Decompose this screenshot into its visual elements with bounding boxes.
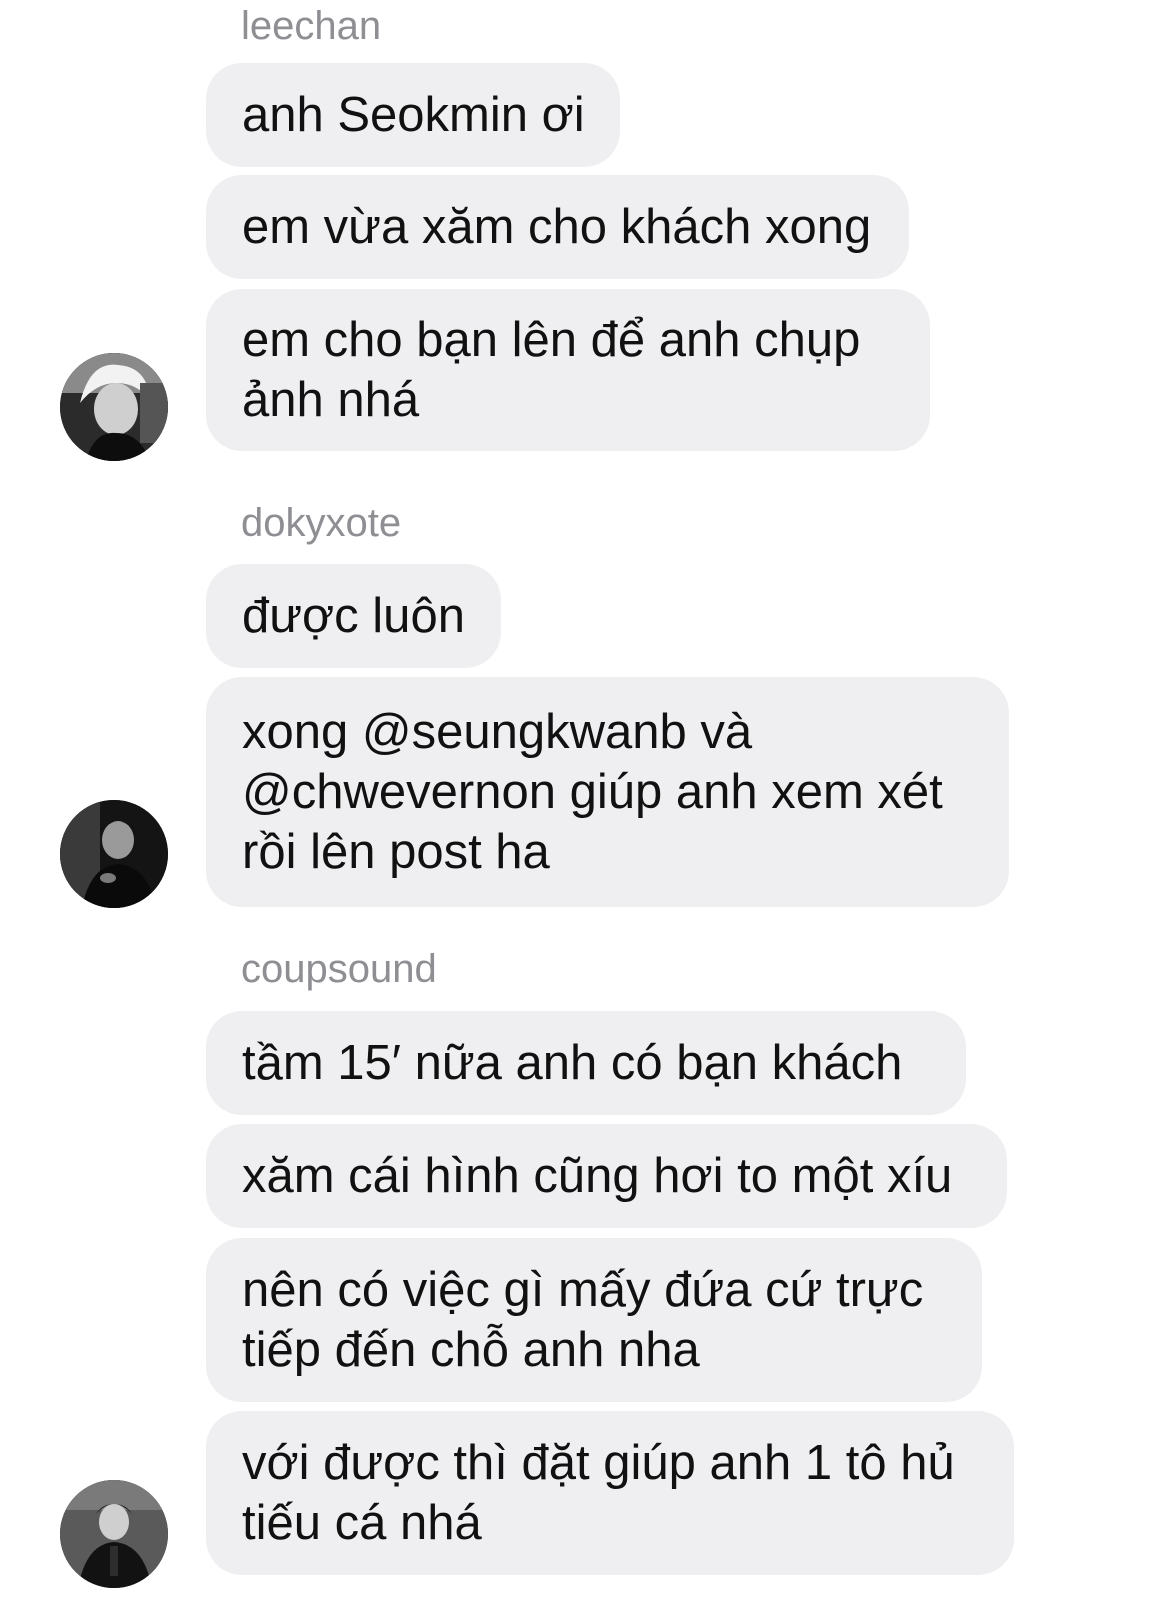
avatar[interactable] [60, 1480, 168, 1588]
message-bubble[interactable]: tầm 15′ nữa anh có bạn khách [206, 1011, 966, 1115]
profile-photo-icon [60, 353, 168, 461]
message-text-line: rồi lên post ha [242, 825, 550, 879]
message-bubble[interactable]: xăm cái hình cũng hơi to một xíu [206, 1124, 1007, 1228]
profile-photo-icon [60, 1480, 168, 1588]
avatar[interactable] [60, 800, 168, 908]
message-text-line: được luôn [242, 589, 465, 643]
message-text-line: tầm 15′ nữa anh có bạn khách [242, 1036, 903, 1090]
avatar[interactable] [60, 353, 168, 461]
message-text-line: tiếu cá nhá [242, 1496, 482, 1550]
message-text-line: tiếp đến chỗ anh nha [242, 1323, 700, 1377]
message-text-line: ảnh nhá [242, 373, 420, 427]
message-text-line: anh Seokmin ơi [242, 88, 585, 142]
message-bubble[interactable]: em vừa xăm cho khách xong [206, 175, 909, 279]
message-bubble[interactable]: anh Seokmin ơi [206, 63, 620, 167]
message-bubble[interactable]: với được thì đặt giúp anh 1 tô hủ tiếu c… [206, 1411, 1014, 1575]
profile-photo-icon [60, 800, 168, 908]
message-bubble[interactable]: nên có việc gì mấy đứa cứ trực tiếp đến … [206, 1238, 982, 1402]
sender-name[interactable]: leechan [241, 6, 381, 46]
message-bubble[interactable]: em cho bạn lên để anh chụp ảnh nhá [206, 289, 930, 451]
message-text-line: xăm cái hình cũng hơi to một xíu [242, 1149, 953, 1203]
message-bubble[interactable]: được luôn [206, 564, 501, 668]
message-text-line: xong @seungkwanb và [242, 705, 753, 759]
message-text-line: em cho bạn lên để anh chụp [242, 313, 861, 367]
message-bubble[interactable]: xong @seungkwanb và @chwevernon giúp anh… [206, 677, 1009, 907]
message-text-line: với được thì đặt giúp anh 1 tô hủ [242, 1436, 955, 1490]
sender-name[interactable]: dokyxote [241, 503, 401, 543]
message-text-line: nên có việc gì mấy đứa cứ trực [242, 1263, 924, 1317]
sender-name[interactable]: coupsound [241, 949, 437, 989]
message-text-line: @chwevernon giúp anh xem xét [242, 765, 943, 819]
message-text-line: em vừa xăm cho khách xong [242, 200, 872, 254]
